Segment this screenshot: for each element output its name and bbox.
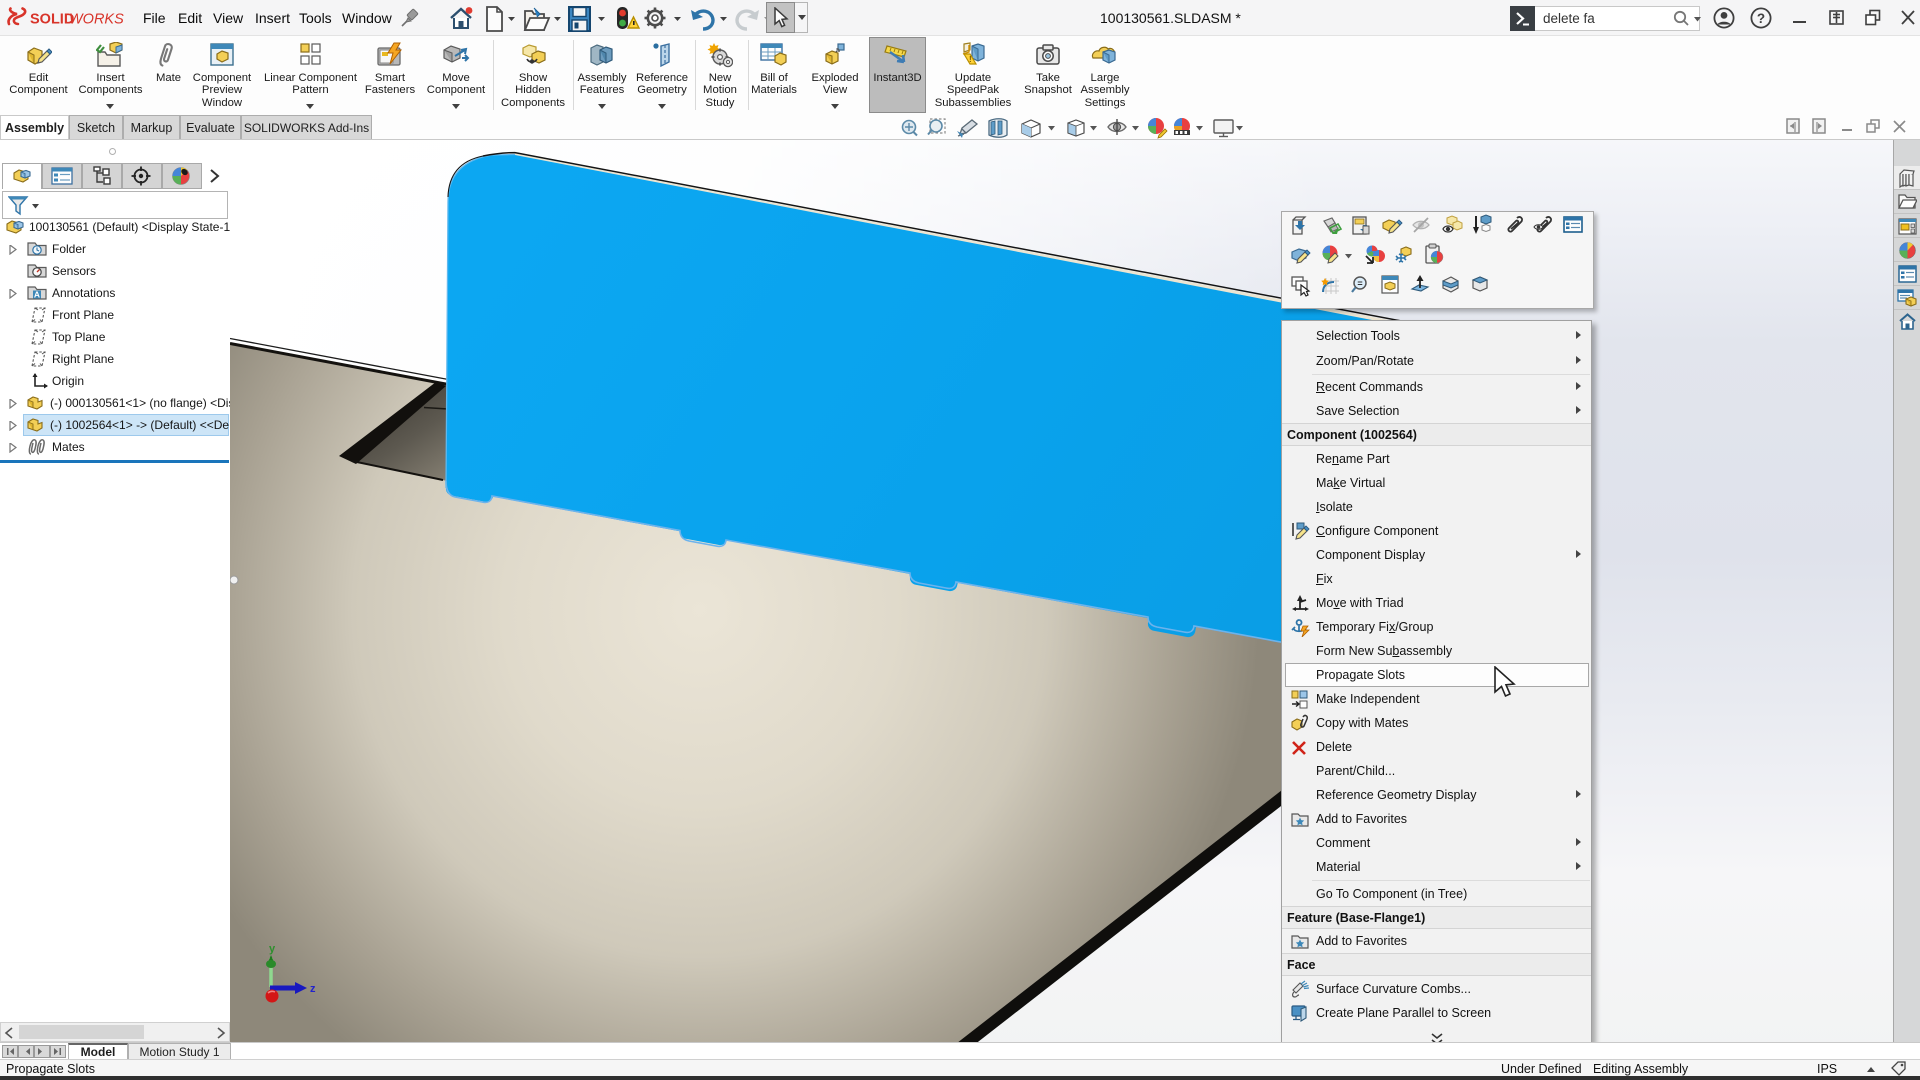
svg-text:SOLID: SOLID [30, 12, 74, 28]
svg-text:A: A [34, 290, 40, 300]
svg-text:y: y [269, 943, 276, 955]
svg-text:!: ! [969, 55, 972, 64]
svg-text:=: = [1357, 279, 1362, 289]
svg-text:WORKS: WORKS [69, 12, 124, 28]
svg-text:z: z [310, 983, 316, 995]
svg-text:?: ? [1757, 11, 1765, 26]
